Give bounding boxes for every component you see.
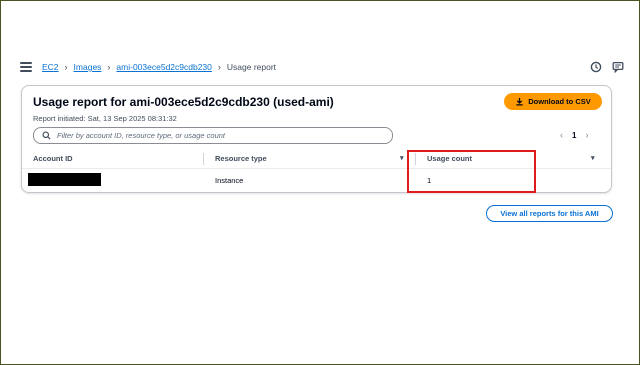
- view-all-reports-button[interactable]: View all reports for this AMI: [486, 205, 613, 222]
- breadcrumb-ec2[interactable]: EC2: [42, 62, 59, 72]
- clock-icon[interactable]: [590, 61, 602, 73]
- filter-search[interactable]: [33, 127, 393, 144]
- cell-resource-type: Instance: [215, 176, 244, 185]
- menu-icon[interactable]: [20, 62, 32, 72]
- sort-icon[interactable]: ▾: [591, 154, 595, 162]
- current-page-number[interactable]: 1: [572, 131, 576, 140]
- download-icon: [516, 97, 523, 106]
- chevron-right-icon: ›: [107, 62, 111, 72]
- redacted-account-id: [28, 173, 101, 186]
- sort-icon[interactable]: ▾: [400, 154, 404, 162]
- chevron-right-icon: ›: [217, 62, 221, 72]
- chevron-right-icon: ›: [64, 62, 68, 72]
- report-initiated-text: Report initiated: Sat, 13 Sep 2025 08:31…: [33, 114, 177, 123]
- column-divider[interactable]: [415, 153, 416, 165]
- breadcrumb-ami[interactable]: ami-003ece5d2c9cdb230: [116, 62, 211, 72]
- breadcrumb: EC2 › Images › ami-003ece5d2c9cdb230 › U…: [42, 62, 276, 72]
- download-csv-label: Download to CSV: [528, 97, 591, 106]
- column-header-account-id[interactable]: Account ID: [33, 154, 73, 163]
- column-divider[interactable]: [203, 153, 204, 165]
- cell-usage-count: 1: [427, 176, 432, 185]
- search-icon: [42, 131, 51, 140]
- next-page-button[interactable]: ›: [585, 130, 588, 140]
- column-header-resource-type[interactable]: Resource type: [215, 154, 267, 163]
- feedback-icon[interactable]: [612, 61, 624, 73]
- search-input[interactable]: [57, 131, 377, 140]
- pagination: ‹ 1 ›: [560, 130, 588, 140]
- top-bar: EC2 › Images › ami-003ece5d2c9cdb230 › U…: [14, 58, 626, 76]
- table-row: Instance 1: [22, 170, 611, 190]
- download-csv-button[interactable]: Download to CSV: [504, 93, 602, 110]
- table-header: Account ID Resource type ▾ Usage count ▾: [22, 149, 611, 169]
- view-all-reports-label: View all reports for this AMI: [500, 209, 599, 218]
- breadcrumb-images[interactable]: Images: [74, 62, 102, 72]
- page-title: Usage report for ami-003ece5d2c9cdb230 (…: [33, 95, 334, 109]
- usage-report-panel: Usage report for ami-003ece5d2c9cdb230 (…: [21, 85, 612, 193]
- previous-page-button[interactable]: ‹: [560, 130, 563, 140]
- breadcrumb-current: Usage report: [226, 62, 277, 72]
- column-header-usage-count[interactable]: Usage count: [427, 154, 472, 163]
